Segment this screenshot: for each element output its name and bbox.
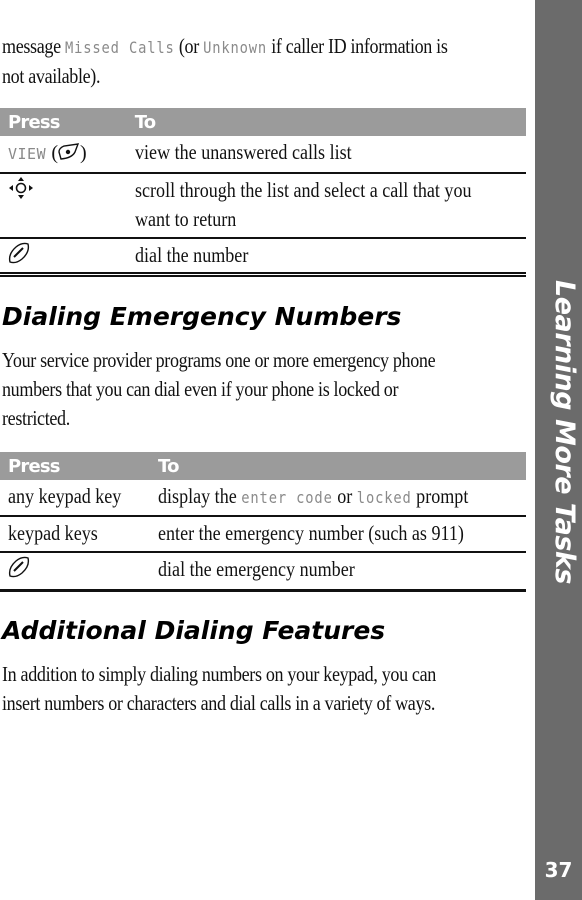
emergency-paragraph: Your service provider programs one or mo… (2, 348, 436, 430)
display-text-unknown: Unknown (203, 38, 268, 57)
soft-key-icon (58, 140, 80, 169)
column-header-to: To (126, 108, 526, 136)
page-number: 37 (544, 858, 573, 882)
additional-paragraph: In addition to simply dialing numbers on… (2, 662, 436, 715)
table-row: dial the emergency number (0, 552, 526, 592)
view-key-label: VIEW (8, 145, 47, 163)
table-row: VIEW () view the unanswered calls list (0, 136, 526, 174)
chapter-title: Learning More Tasks (549, 280, 580, 584)
navigation-key-icon (8, 176, 34, 208)
send-key-icon (8, 556, 30, 586)
display-text-enter-code: enter code (241, 488, 333, 507)
section-heading-emergency: Dialing Emergency Numbers (2, 302, 402, 331)
table-header-row: Press To (0, 108, 526, 136)
missed-calls-table: Press To VIEW () view the unanswered cal… (0, 108, 526, 278)
table-header-row: Press To (0, 452, 526, 480)
column-header-press: Press (0, 452, 150, 480)
table-row: dial the number (0, 238, 526, 278)
display-text-locked: locked (356, 488, 412, 507)
table-row: keypad keys enter the emergency number (… (0, 516, 526, 553)
chapter-sidebar: Learning More Tasks 37 (535, 0, 582, 900)
column-header-press: Press (0, 108, 127, 136)
section-heading-additional: Additional Dialing Features (2, 616, 386, 645)
emergency-table: Press To any keypad key display the ente… (0, 452, 526, 592)
intro-paragraph: message Missed Calls (or Unknown if call… (2, 34, 448, 88)
table-end-rule (0, 272, 526, 274)
column-header-to: To (150, 452, 526, 480)
table-row: any keypad key display the enter code or… (0, 480, 526, 517)
display-text-missed-calls: Missed Calls (64, 38, 175, 57)
table-end-rule (0, 590, 526, 592)
send-key-icon (8, 242, 30, 272)
table-row: scroll through the list and select a cal… (0, 173, 526, 239)
